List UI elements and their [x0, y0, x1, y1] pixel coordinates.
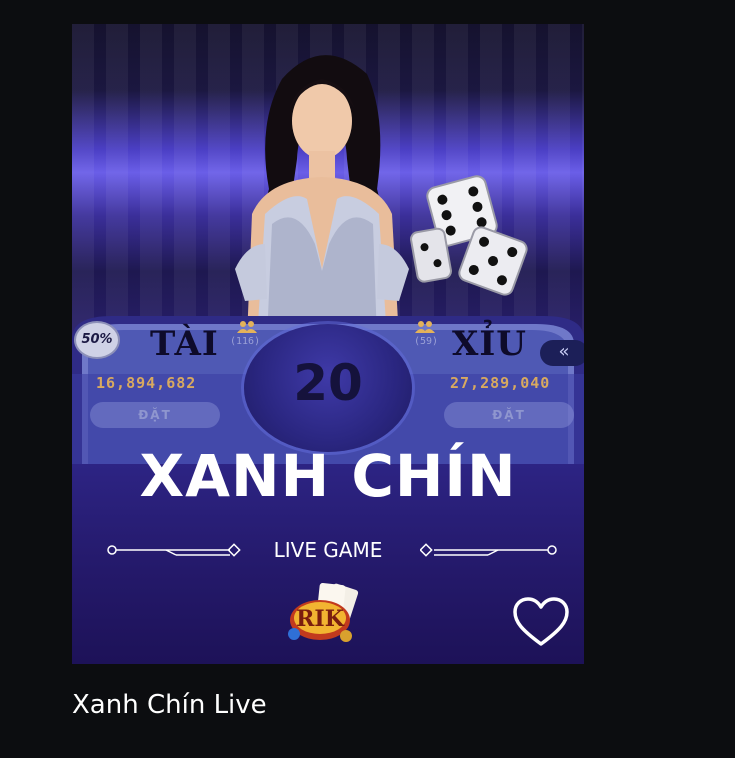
- players-icon: [237, 321, 257, 333]
- dice-icon: [410, 227, 452, 283]
- xiu-bet-button[interactable]: ĐẶT: [444, 402, 574, 428]
- collapse-arrow-button[interactable]: «: [540, 340, 584, 366]
- xiu-player-count: (59): [414, 336, 439, 347]
- logo-text: RIK: [296, 606, 345, 632]
- xiu-label: XỈU: [452, 324, 527, 364]
- players-icon: [415, 321, 435, 333]
- game-thumbnail-card[interactable]: 50% TÀI (116) 16,894,682 ĐẶT XỈU (59) 27…: [72, 24, 584, 664]
- discount-badge: 50%: [74, 321, 120, 359]
- xiu-amount: 27,289,040: [450, 374, 551, 392]
- decorative-line-right: [420, 543, 557, 557]
- game-name-label[interactable]: Xanh Chín Live: [72, 690, 267, 720]
- tai-amount: 16,894,682: [96, 374, 197, 392]
- rik-logo: RIK: [288, 583, 359, 642]
- dice-icon: [458, 226, 528, 296]
- tai-bet-button[interactable]: ĐẶT: [90, 402, 220, 428]
- heart-icon[interactable]: [512, 596, 570, 648]
- result-number: 20: [293, 354, 363, 412]
- host-illustration: [235, 55, 409, 339]
- game-title: XANH CHÍN: [139, 442, 517, 510]
- tai-player-count: (116): [230, 336, 261, 347]
- tai-label: TÀI: [150, 324, 219, 364]
